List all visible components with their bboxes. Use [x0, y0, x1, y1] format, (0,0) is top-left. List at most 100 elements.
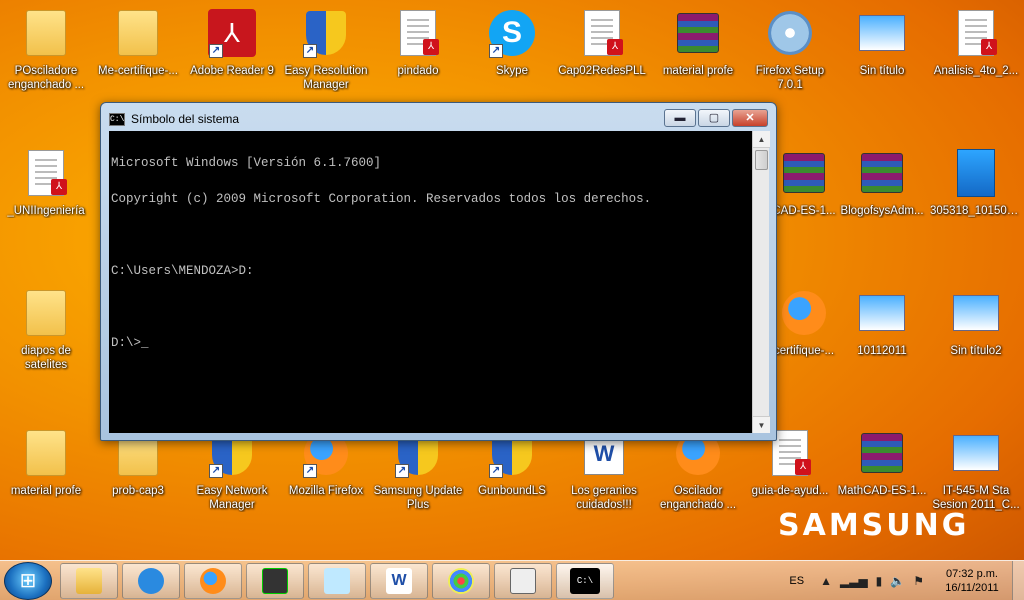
desktop-icon-label: _UNIIngeniería — [7, 205, 85, 217]
console-line: C:\Users\MENDOZA>D: — [111, 264, 254, 278]
desktop-icon-label: MathCAD-ES-1... — [837, 485, 927, 497]
folder-icon — [21, 428, 71, 478]
desktop-icon-adobe-reader[interactable]: ⅄ ↗ Adobe Reader 9 — [186, 8, 278, 78]
shortcut-arrow-icon: ↗ — [209, 44, 223, 58]
desktop-icon-label: Sin título — [859, 65, 905, 77]
desktop-icon-10112011[interactable]: 10112011 — [836, 288, 928, 358]
desktop-icon-pindado[interactable]: ⅄ pindado — [372, 8, 464, 78]
monitor-shield-icon: ↗ — [301, 8, 351, 58]
image-file-icon — [951, 288, 1001, 338]
window-title: Símbolo del sistema — [131, 112, 240, 126]
taskbar-cmd-active[interactable]: C:\ — [556, 563, 614, 599]
battery-icon[interactable]: ▮ — [876, 574, 883, 588]
taskbar-media-player[interactable] — [122, 563, 180, 599]
vertical-scrollbar[interactable]: ▲ ▼ — [752, 131, 770, 433]
desktop-icon-label: diapos de satelites — [21, 345, 71, 371]
desktop-icon-label: GunboundLS — [478, 485, 546, 497]
desktop-icon-posciladore[interactable]: POsciladore enganchado ... — [0, 8, 92, 92]
desktop-icon-label: Oscilador enganchado ... — [659, 485, 737, 511]
shortcut-arrow-icon: ↗ — [395, 464, 409, 478]
clock[interactable]: 07:32 p.m. 16/11/2011 — [932, 567, 1012, 595]
window-titlebar[interactable]: C:\ Símbolo del sistema — [109, 109, 239, 129]
desktop-icon-label: Skype — [496, 65, 528, 77]
desktop-icon-label: POsciladore enganchado ... — [7, 65, 85, 91]
desktop-icon-me-certifique[interactable]: Me-certifique-... — [92, 8, 184, 78]
language-indicator[interactable]: ES — [789, 575, 804, 587]
desktop-icon-it-545[interactable]: IT-545-M Sta Sesion 2011_C... — [930, 428, 1022, 512]
desktop-icon-material-profe-folder[interactable]: material profe — [0, 428, 92, 498]
folder-icon — [21, 8, 71, 58]
taskbar-explorer[interactable] — [60, 563, 118, 599]
system-tray: ES ▲ ▂▃▅ ▮ 🔈 ⚑ 07:32 p.m. 16/11/2011 — [789, 561, 1024, 600]
taskbar-sticky-notes[interactable] — [308, 563, 366, 599]
firefox-icon — [200, 568, 226, 594]
image-file-icon — [857, 8, 907, 58]
folder-icon — [21, 288, 71, 338]
maximize-button[interactable]: ▢ — [698, 109, 730, 127]
close-button[interactable]: ✕ — [732, 109, 768, 127]
command-prompt-window[interactable]: C:\ Símbolo del sistema ▬ ▢ ✕ Microsoft … — [100, 102, 777, 441]
pdf-document-icon: ⅄ — [577, 8, 627, 58]
desktop-icon-label: pindado — [397, 65, 439, 77]
winrar-archive-icon — [779, 148, 829, 198]
console-output[interactable]: Microsoft Windows [Versión 6.1.7600] Cop… — [109, 131, 752, 433]
desktop-icon-label: Easy Network Manager — [196, 485, 268, 511]
taskbar-firefox[interactable] — [184, 563, 242, 599]
desktop-icon-label: Los geranios cuidados!!! — [571, 485, 637, 511]
desktop-icon-label: material profe — [10, 485, 82, 497]
window-controls: ▬ ▢ ✕ — [664, 109, 768, 127]
installer-cd-icon — [765, 8, 815, 58]
start-button[interactable] — [4, 562, 52, 600]
desktop-icon-blogofsysadm[interactable]: BlogofsysAdm... — [836, 148, 928, 218]
desktop-icon-305318[interactable]: 305318_101503... — [930, 148, 1022, 218]
scroll-up-arrow-icon[interactable]: ▲ — [753, 131, 770, 148]
chevron-up-icon[interactable]: ▲ — [820, 574, 832, 588]
desktop-icon-label: prob-cap3 — [112, 485, 164, 497]
taskbar-dev-app[interactable] — [494, 563, 552, 599]
cmd-icon: C:\ — [570, 568, 600, 594]
desktop-icon-sin-titulo2[interactable]: Sin título2 — [930, 288, 1022, 358]
signal-icon[interactable]: ▂▃▅ — [840, 574, 868, 588]
desktop-icon-label: material profe — [662, 65, 734, 77]
taskbar-word[interactable]: W — [370, 563, 428, 599]
flag-icon[interactable]: ⚑ — [913, 574, 924, 588]
shortcut-arrow-icon: ↗ — [489, 44, 503, 58]
desktop-icon-uniingenieria[interactable]: ⅄ _UNIIngeniería — [0, 148, 92, 218]
winrar-archive-icon — [857, 148, 907, 198]
samsung-logo: SAMSUNG — [778, 508, 970, 543]
pdf-document-icon: ⅄ — [951, 8, 1001, 58]
shortcut-arrow-icon: ↗ — [303, 44, 317, 58]
speaker-icon[interactable]: 🔈 — [890, 574, 905, 588]
desktop-icon-cap02redespll[interactable]: ⅄ Cap02RedesPLL — [556, 8, 648, 78]
folder-icon — [76, 568, 102, 594]
desktop-icon-material-profe-rar[interactable]: material profe — [652, 8, 744, 78]
desktop-icon-label: Easy Resolution Manager — [284, 65, 368, 91]
cmd-icon[interactable]: C:\ — [109, 112, 125, 126]
taskbar-task-manager[interactable] — [246, 563, 304, 599]
pdf-document-icon: ⅄ — [21, 148, 71, 198]
scroll-thumb[interactable] — [755, 150, 768, 170]
desktop-icon-label: BlogofsysAdm... — [840, 205, 924, 217]
taskbar-paint[interactable] — [432, 563, 490, 599]
desktop-icon-label: guia-de-ayud... — [751, 485, 829, 497]
image-file-icon — [857, 288, 907, 338]
minimize-button[interactable]: ▬ — [664, 109, 696, 127]
desktop-icon-sin-titulo[interactable]: Sin título — [836, 8, 928, 78]
desktop-icon-analisis[interactable]: ⅄ Analisis_4to_2... — [930, 8, 1022, 78]
show-desktop-button[interactable] — [1012, 561, 1024, 600]
console-line: Microsoft Windows [Versión 6.1.7600] — [111, 156, 382, 170]
desktop-icon-label: Sin título2 — [950, 345, 1002, 357]
desktop-icon-skype[interactable]: S ↗ Skype — [466, 8, 558, 78]
paint-palette-icon — [448, 568, 474, 594]
desktop-icon-mathcad-es[interactable]: MathCAD-ES-1... — [836, 428, 928, 498]
desktop-icon-label: Mozilla Firefox — [288, 485, 364, 497]
editor-icon — [510, 568, 536, 594]
winrar-archive-icon — [857, 428, 907, 478]
desktop-icon-label: Adobe Reader 9 — [190, 65, 274, 77]
desktop-icon-diapos-de-satelites[interactable]: diapos de satelites — [0, 288, 92, 372]
desktop-icon-label: Firefox Setup 7.0.1 — [755, 65, 825, 91]
desktop-icon-firefox-setup[interactable]: Firefox Setup 7.0.1 — [744, 8, 836, 92]
scroll-down-arrow-icon[interactable]: ▼ — [753, 416, 770, 433]
desktop-icon-easy-resolution-manager[interactable]: ↗ Easy Resolution Manager — [280, 8, 372, 92]
